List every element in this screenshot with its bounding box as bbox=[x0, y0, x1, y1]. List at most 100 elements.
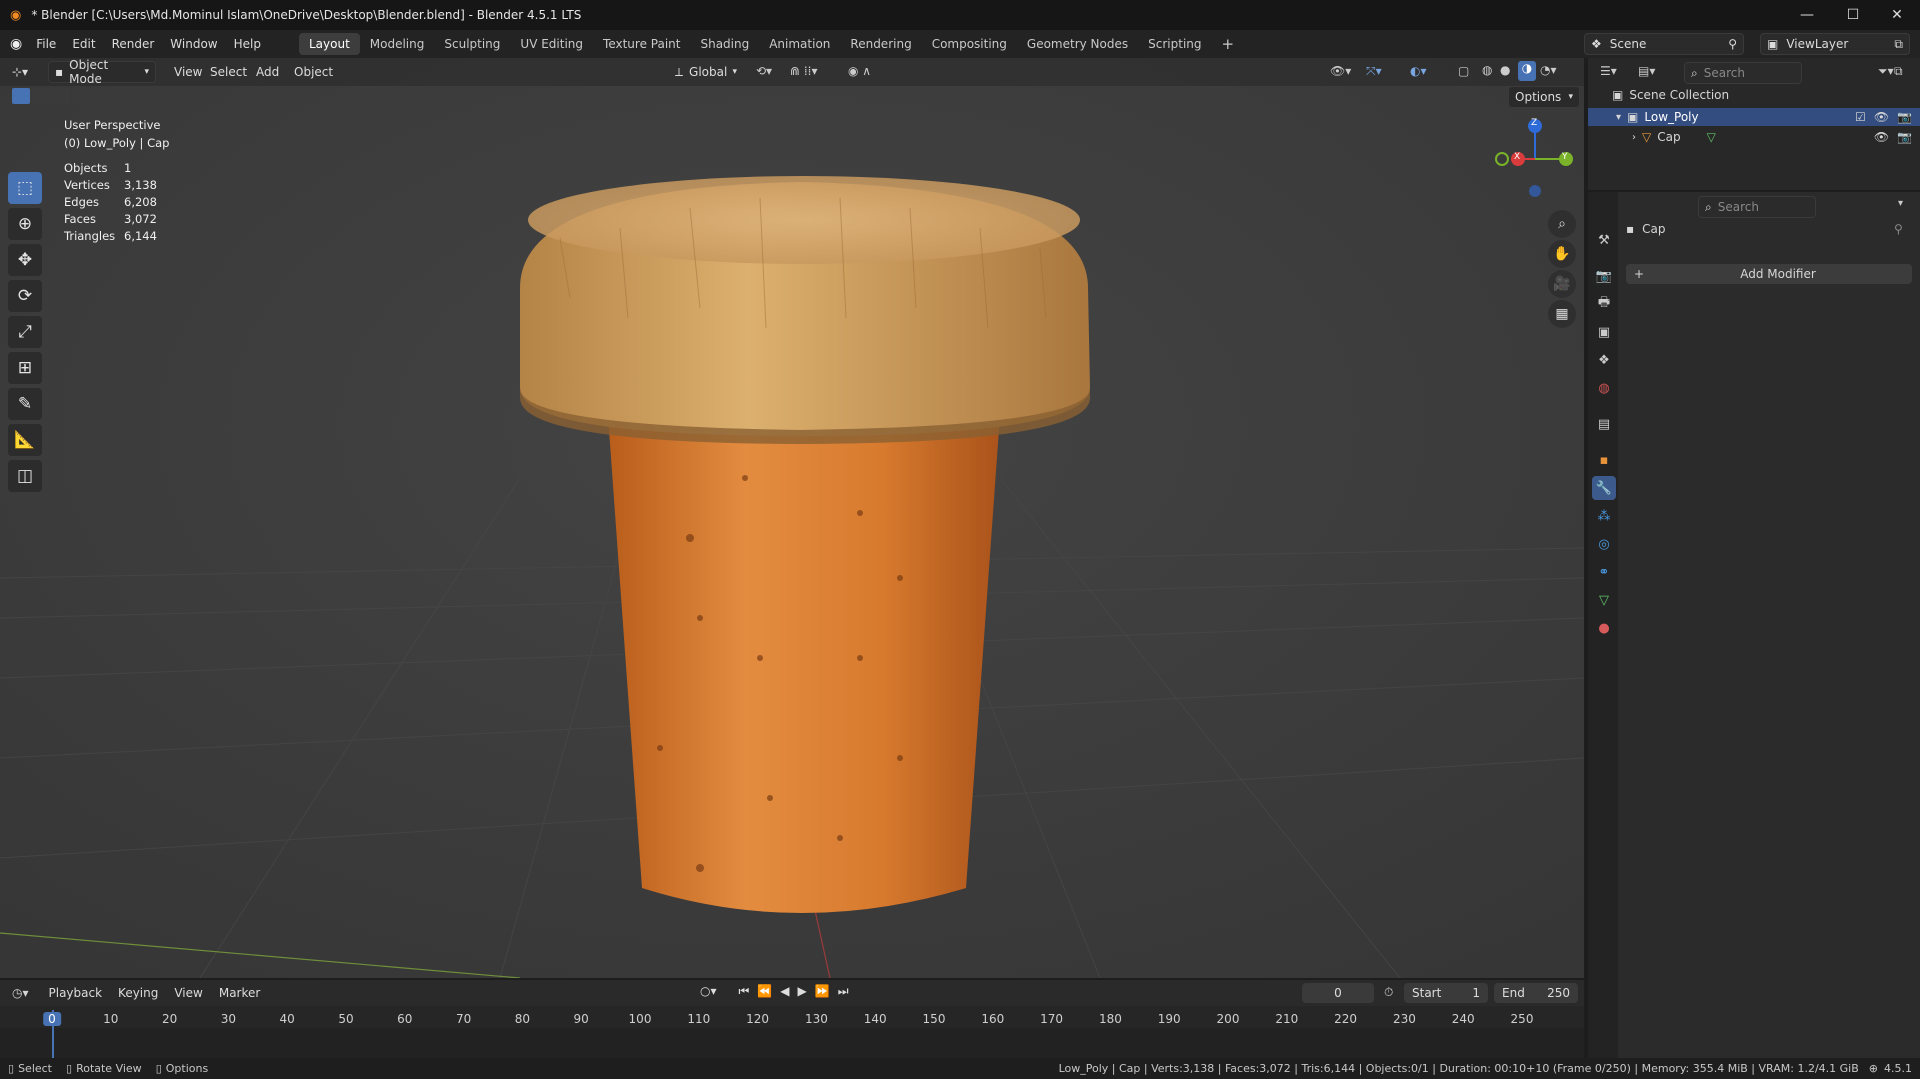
chevron-right-icon[interactable]: › bbox=[1632, 132, 1636, 143]
visibility-icon[interactable]: 👁▾ bbox=[1330, 64, 1351, 78]
mode-selector[interactable]: ▪ Object Mode ▾ bbox=[48, 58, 156, 86]
annotate-tool-icon[interactable]: ✎ bbox=[8, 388, 42, 420]
chevron-down-icon[interactable]: ▾ bbox=[1898, 198, 1903, 209]
menu-render[interactable]: Render bbox=[104, 30, 163, 58]
pin-icon[interactable]: ⚲ bbox=[1894, 222, 1903, 236]
modifier-properties-icon[interactable]: 🔧 bbox=[1592, 476, 1616, 500]
material-shading-icon[interactable]: ◑ bbox=[1518, 61, 1536, 81]
select-extend-icon[interactable] bbox=[32, 88, 50, 104]
rendered-shading-icon[interactable]: ◔▾ bbox=[1540, 63, 1557, 77]
tab-shading[interactable]: Shading bbox=[690, 33, 759, 55]
pin-icon[interactable]: ⚲ bbox=[1728, 37, 1737, 51]
wireframe-shading-icon[interactable]: ◍ bbox=[1482, 63, 1492, 77]
pan-hand-icon[interactable]: ✋ bbox=[1548, 240, 1576, 268]
xray-toggle-icon[interactable]: ▢ bbox=[1458, 64, 1469, 78]
new-collection-icon[interactable]: ⧉ bbox=[1894, 64, 1903, 79]
display-mode-icon[interactable]: ▤▾ bbox=[1638, 64, 1655, 78]
render-properties-icon[interactable]: 📷 bbox=[1592, 264, 1616, 288]
menu-add[interactable]: Add bbox=[248, 58, 287, 86]
ortho-grid-icon[interactable]: ▦ bbox=[1548, 300, 1576, 328]
tab-animation[interactable]: Animation bbox=[759, 33, 840, 55]
camera-icon[interactable]: 📷 bbox=[1897, 110, 1912, 124]
tab-uv-editing[interactable]: UV Editing bbox=[510, 33, 593, 55]
gizmo-toggle-icon[interactable]: ⤧▾ bbox=[1366, 64, 1382, 79]
close-button[interactable]: ✕ bbox=[1874, 0, 1920, 30]
proportional-edit-icon[interactable]: ◉ ∧ bbox=[848, 64, 871, 78]
camera-view-icon[interactable]: 🎥 bbox=[1548, 270, 1576, 298]
eye-icon[interactable]: 👁 bbox=[1874, 110, 1889, 124]
rotate-tool-icon[interactable]: ⟳ bbox=[8, 280, 42, 312]
world-properties-icon[interactable]: ◍ bbox=[1592, 376, 1616, 400]
move-tool-icon[interactable]: ✥ bbox=[8, 244, 42, 276]
end-frame-field[interactable]: End 250 bbox=[1494, 983, 1578, 1003]
select-subtract-icon[interactable] bbox=[52, 88, 70, 104]
tab-texture-paint[interactable]: Texture Paint bbox=[593, 33, 690, 55]
autokey-icon[interactable]: ○▾ bbox=[700, 984, 717, 999]
add-modifier-button[interactable]: + Add Modifier bbox=[1626, 264, 1912, 284]
select-box-tool-icon[interactable]: ⬚ bbox=[8, 172, 42, 204]
tab-geometry-nodes[interactable]: Geometry Nodes bbox=[1017, 33, 1138, 55]
camera-icon[interactable]: 📷 bbox=[1897, 130, 1912, 144]
outliner-item-cap[interactable]: › ▽ Cap ▽ 👁 📷 bbox=[1588, 128, 1920, 146]
tab-layout[interactable]: Layout bbox=[298, 33, 360, 55]
menu-object[interactable]: Object bbox=[286, 58, 341, 86]
start-frame-field[interactable]: Start 1 bbox=[1404, 983, 1488, 1003]
menu-help[interactable]: Help bbox=[226, 30, 269, 58]
select-intersect-icon[interactable] bbox=[92, 88, 110, 104]
collection-properties-icon[interactable]: ▤ bbox=[1592, 412, 1616, 436]
checkbox-icon[interactable]: ☑ bbox=[1855, 110, 1866, 124]
maximize-button[interactable]: ☐ bbox=[1830, 0, 1876, 30]
constraints-icon[interactable]: ⚭ bbox=[1592, 560, 1616, 584]
jump-start-icon[interactable]: ⏮ bbox=[739, 984, 750, 999]
tab-rendering[interactable]: Rendering bbox=[840, 33, 921, 55]
filter-icon[interactable]: ⏷▾ bbox=[1878, 64, 1894, 79]
overlays-toggle-icon[interactable]: ◐▾ bbox=[1410, 64, 1427, 78]
transform-orientation[interactable]: ⟂ Global ▾ bbox=[668, 61, 744, 83]
timeline-editor-icon[interactable]: ◷▾ bbox=[12, 986, 29, 1000]
menu-keying[interactable]: Keying bbox=[110, 979, 166, 1007]
snap-icon[interactable]: ⋒ ⁞⁞▾ bbox=[790, 64, 818, 78]
tab-modeling[interactable]: Modeling bbox=[360, 33, 435, 55]
viewlayer-selector[interactable]: ▣ ViewLayer ⧉ bbox=[1760, 33, 1910, 55]
new-viewlayer-icon[interactable]: ⧉ bbox=[1894, 37, 1903, 52]
menu-edit[interactable]: Edit bbox=[64, 30, 103, 58]
eye-icon[interactable]: 👁 bbox=[1874, 130, 1889, 144]
scale-tool-icon[interactable]: ⤢ bbox=[8, 316, 42, 348]
tool-settings-icon[interactable]: ⚒ bbox=[1592, 228, 1616, 252]
tab-sculpting[interactable]: Sculpting bbox=[434, 33, 510, 55]
pivot-icon[interactable]: ⟲▾ bbox=[756, 64, 772, 78]
blender-menu-icon[interactable]: ◉ bbox=[10, 36, 22, 52]
cursor-tool-icon[interactable]: ⊕ bbox=[8, 208, 42, 240]
add-workspace-button[interactable]: + bbox=[1212, 33, 1245, 55]
minimize-button[interactable]: — bbox=[1784, 0, 1830, 30]
object-properties-icon[interactable]: ▪ bbox=[1592, 448, 1616, 472]
transform-tool-icon[interactable]: ⊞ bbox=[8, 352, 42, 384]
add-cube-tool-icon[interactable]: ◫ bbox=[8, 460, 42, 492]
zoom-icon[interactable]: ⌕ bbox=[1548, 210, 1576, 238]
properties-search-input[interactable]: ⌕ Search bbox=[1698, 196, 1816, 218]
chevron-down-icon[interactable]: ▾ bbox=[1616, 112, 1621, 123]
menu-window[interactable]: Window bbox=[162, 30, 225, 58]
mesh-data-icon[interactable]: ▽ bbox=[1592, 588, 1616, 612]
clock-icon[interactable]: ⏱ bbox=[1384, 985, 1393, 1000]
play-icon[interactable]: ▶ bbox=[798, 984, 807, 999]
outliner-item-low-poly[interactable]: ▾ ▣ Low_Poly ☑ 👁 📷 bbox=[1588, 108, 1920, 126]
menu-playback[interactable]: Playback bbox=[41, 979, 111, 1007]
measure-tool-icon[interactable]: 📐 bbox=[8, 424, 42, 456]
prev-keyframe-icon[interactable]: ⏪ bbox=[757, 984, 772, 999]
current-frame-field[interactable]: 0 bbox=[1302, 983, 1374, 1003]
output-properties-icon[interactable]: 🖶 bbox=[1592, 292, 1616, 316]
jump-end-icon[interactable]: ⏭ bbox=[838, 984, 849, 999]
tab-scripting[interactable]: Scripting bbox=[1138, 33, 1211, 55]
solid-shading-icon[interactable]: ● bbox=[1500, 63, 1510, 77]
3d-viewport[interactable]: ⬚ ⊕ ✥ ⟳ ⤢ ⊞ ✎ 📐 ◫ User Perspective (0) L… bbox=[0, 58, 1584, 978]
menu-marker[interactable]: Marker bbox=[211, 979, 268, 1007]
scene-selector[interactable]: ❖ Scene ⚲ bbox=[1584, 33, 1744, 55]
timeline-track-area[interactable] bbox=[0, 1028, 1584, 1058]
scene-collection-row[interactable]: ▣ Scene Collection bbox=[1612, 88, 1729, 102]
material-icon[interactable]: ● bbox=[1592, 616, 1616, 640]
select-new-icon[interactable] bbox=[12, 88, 30, 104]
menu-timeline-view[interactable]: View bbox=[166, 979, 210, 1007]
menu-file[interactable]: File bbox=[28, 30, 64, 58]
view-layer-icon[interactable]: ▣ bbox=[1592, 320, 1616, 344]
